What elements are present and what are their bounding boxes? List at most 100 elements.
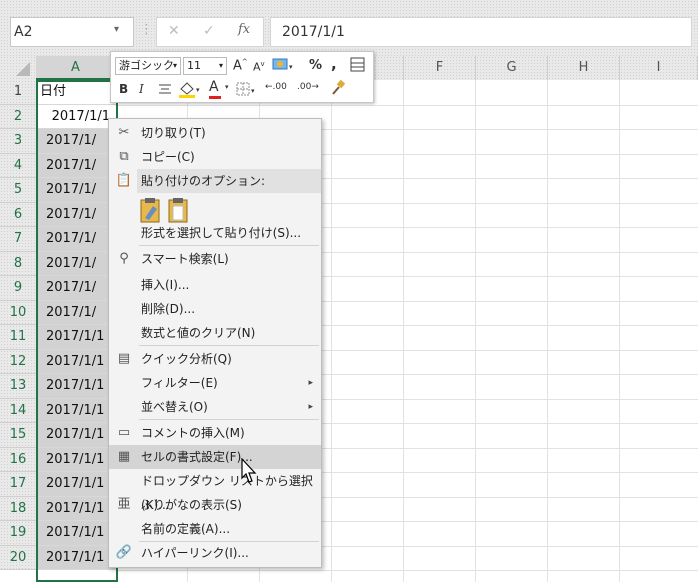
copy-menu-item[interactable]: ⧉ コピー(C) — [109, 145, 321, 169]
menu-item-label: ハイパーリンク(I)... — [141, 546, 249, 560]
formula-value: 2017/1/1 — [282, 24, 345, 40]
row-header[interactable]: 16 — [0, 447, 36, 472]
row-header[interactable]: 5 — [0, 178, 36, 203]
column-header[interactable]: F — [404, 56, 476, 80]
column-gridline — [331, 80, 332, 582]
row-gridline — [116, 570, 698, 571]
format-painter-table-icon[interactable] — [349, 56, 367, 77]
chevron-down-icon: ▾ — [218, 61, 223, 70]
row-header[interactable]: 11 — [0, 325, 36, 350]
comment-icon: ▭ — [117, 425, 131, 440]
row-header[interactable]: 20 — [0, 545, 36, 570]
menu-item-label: クイック分析(Q) — [141, 352, 232, 366]
svg-text:▾: ▾ — [251, 87, 255, 95]
hyperlink-menu-item[interactable]: 🔗 ハイパーリンク(I)... — [109, 541, 321, 565]
submenu-arrow-icon: ▸ — [308, 402, 313, 412]
row-header[interactable]: 15 — [0, 423, 36, 448]
menu-item-label: ふりがなの表示(S) — [141, 498, 242, 512]
quick-analysis-menu-item[interactable]: ▤ クイック分析(Q) — [109, 347, 321, 371]
paste-option-icons[interactable] — [139, 198, 195, 224]
row-header[interactable]: 7 — [0, 227, 36, 252]
column-gridline — [475, 80, 476, 582]
font-color-letter: A — [209, 79, 219, 95]
submenu-arrow-icon: ▸ — [308, 378, 313, 388]
name-box-value: A2 — [14, 24, 33, 40]
row-header[interactable]: 3 — [0, 129, 36, 154]
mini-toolbar: 游ゴシック ▾ 11 ▾ A^ Av ▾ % , B I ▾ A ▾ ▾ ←.0… — [110, 51, 374, 103]
italic-button[interactable]: I — [139, 82, 144, 96]
insert-function-icon[interactable]: fx — [238, 22, 250, 37]
column-header[interactable]: A — [36, 56, 116, 80]
show-furigana-menu-item[interactable]: 亜ふりがなの表示(S) — [109, 493, 321, 517]
cancel-icon[interactable]: ✕ — [168, 23, 180, 39]
insert-menu-item[interactable]: 挿入(I)... — [109, 273, 321, 297]
row-header[interactable]: 2 — [0, 104, 36, 129]
increase-decimal-button[interactable]: ←.00 — [265, 82, 287, 92]
menu-item-label: 並べ替え(O) — [141, 400, 208, 414]
column-header[interactable]: H — [548, 56, 620, 80]
menu-item-label: 切り取り(T) — [141, 126, 206, 140]
menu-item-label: 挿入(I)... — [141, 278, 190, 292]
column-gridline — [403, 80, 404, 582]
hyperlink-icon: 🔗 — [115, 545, 133, 560]
font-color-icon[interactable]: A — [209, 79, 221, 99]
percent-style-button[interactable]: % — [309, 58, 322, 73]
borders-icon[interactable]: ▾ — [235, 80, 259, 101]
increase-font-icon[interactable]: A^ — [233, 58, 248, 73]
column-header[interactable]: I — [620, 56, 698, 80]
accounting-format-icon[interactable]: ▾ — [272, 56, 296, 77]
row-header[interactable]: 17 — [0, 472, 36, 497]
insert-comment-menu-item[interactable]: ▭ コメントの挿入(M) — [109, 421, 321, 445]
comma-style-button[interactable]: , — [331, 55, 337, 73]
select-all-corner[interactable] — [0, 56, 36, 80]
menu-item-label: 名前の定義(A)... — [141, 522, 231, 536]
bold-button[interactable]: B — [119, 82, 128, 96]
font-size-box[interactable]: 11 ▾ — [183, 57, 227, 75]
splitter-handle[interactable]: ⋮ — [140, 22, 153, 37]
mouse-cursor-icon — [236, 457, 260, 492]
font-size-value: 11 — [187, 59, 201, 72]
search-icon: ⚲ — [119, 251, 129, 266]
column-a-selection-border — [36, 80, 118, 582]
column-gridline — [547, 80, 548, 582]
row-header[interactable]: 10 — [0, 300, 36, 325]
filter-menu-item[interactable]: フィルター(E) ▸ — [109, 371, 321, 395]
define-name-menu-item[interactable]: 名前の定義(A)... — [109, 517, 321, 541]
check-icon[interactable]: ✓ — [203, 23, 215, 39]
column-header[interactable]: G — [476, 56, 548, 80]
pick-from-dropdown-menu-item[interactable]: ドロップダウン リストから選択(K)... — [109, 469, 321, 512]
row-header[interactable]: 6 — [0, 202, 36, 227]
font-name-box[interactable]: 游ゴシック ▾ — [115, 57, 181, 75]
row-header[interactable]: 8 — [0, 251, 36, 276]
fill-color-icon[interactable]: ▾ — [177, 79, 203, 102]
format-painter-icon[interactable] — [329, 79, 347, 100]
decrease-decimal-button[interactable]: .00→ — [297, 82, 319, 92]
sort-menu-item[interactable]: 並べ替え(O) ▸ — [109, 395, 321, 419]
copy-icon: ⧉ — [119, 149, 129, 164]
chevron-down-icon[interactable]: ▾ — [114, 24, 119, 35]
delete-menu-item[interactable]: 削除(D)... — [109, 297, 321, 321]
row-header[interactable]: 13 — [0, 374, 36, 399]
row-gridline — [116, 104, 698, 106]
svg-text:▾: ▾ — [289, 63, 293, 71]
clear-contents-menu-item[interactable]: 数式と値のクリア(N) — [109, 321, 321, 345]
scissors-icon: ✂ — [118, 125, 130, 140]
row-header[interactable]: 19 — [0, 521, 36, 546]
chevron-down-icon[interactable]: ▾ — [225, 83, 229, 91]
menu-item-label: コピー(C) — [141, 150, 195, 164]
row-header[interactable]: 18 — [0, 496, 36, 521]
smart-lookup-menu-item[interactable]: ⚲ スマート検索(L) — [109, 247, 321, 271]
column-gridline — [619, 80, 620, 582]
decrease-font-icon[interactable]: Av — [253, 60, 265, 74]
format-cells-menu-item[interactable]: ▦ セルの書式設定(F)... — [109, 445, 321, 469]
align-center-icon[interactable] — [157, 81, 173, 100]
menu-separator — [139, 245, 319, 246]
paste-icon: 📋 — [115, 173, 133, 188]
row-header[interactable]: 9 — [0, 276, 36, 301]
row-header[interactable]: 4 — [0, 153, 36, 178]
row-header[interactable]: 12 — [0, 349, 36, 374]
row-header[interactable]: 1 — [0, 80, 36, 105]
cut-menu-item[interactable]: ✂ 切り取り(T) — [109, 121, 321, 145]
row-header[interactable]: 14 — [0, 398, 36, 423]
font-name-value: 游ゴシック — [119, 59, 174, 72]
